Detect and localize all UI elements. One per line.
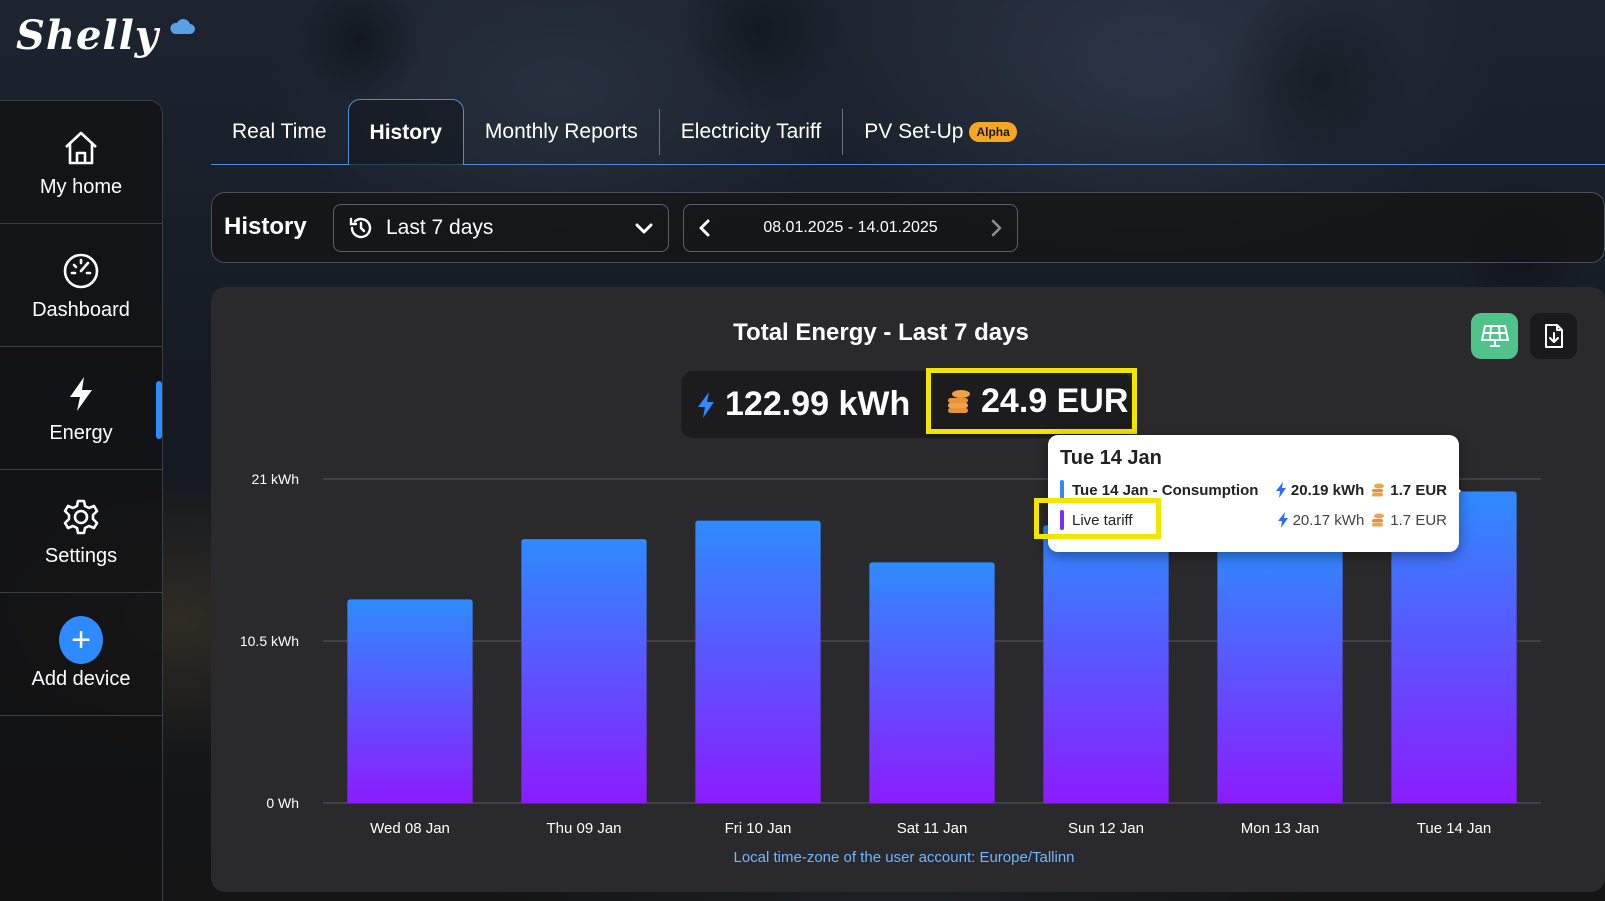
history-toolbar: History Last 7 days 08.01.2025 - 14.01.2… <box>211 192 1605 263</box>
sidebar-item-my-home[interactable]: My home <box>0 101 162 224</box>
chevron-down-icon <box>635 223 653 234</box>
x-tick-label: Sun 12 Jan <box>1068 820 1144 837</box>
energy-chart-card: Total Energy - Last 7 days 122.99 kWh 24… <box>211 287 1605 892</box>
tab-label: PV Set-Up <box>864 120 964 143</box>
sidebar-item-label: Settings <box>44 544 118 567</box>
history-title: History <box>224 213 307 240</box>
lightning-icon <box>1275 482 1286 498</box>
tab-pv-setup[interactable]: PV Set-Up Alpha <box>843 100 1038 164</box>
x-tick-label: Fri 10 Jan <box>725 820 792 837</box>
bar[interactable] <box>695 520 821 803</box>
tooltip-cost: 1.7 EUR <box>1390 511 1447 529</box>
sidebar-item-label: My home <box>39 175 123 198</box>
alpha-badge: Alpha <box>969 122 1017 142</box>
sidebar-item-label: Energy <box>49 421 113 444</box>
sidebar-item-settings[interactable]: Settings <box>0 470 162 593</box>
range-select-value: Last 7 days <box>386 216 494 239</box>
gear-icon <box>59 495 103 539</box>
coins-icon <box>1372 483 1385 497</box>
lightning-icon <box>1277 512 1288 528</box>
lightning-icon <box>59 372 103 416</box>
x-tick-label: Wed 08 Jan <box>370 820 450 837</box>
y-tick-label: 21 kWh <box>252 471 299 487</box>
series-marker <box>1060 480 1064 500</box>
bar[interactable] <box>347 599 473 803</box>
bar[interactable] <box>869 562 995 803</box>
bar[interactable] <box>521 539 647 803</box>
tooltip-energy: 20.17 kWh <box>1292 511 1365 529</box>
x-tick-label: Mon 13 Jan <box>1241 820 1319 837</box>
x-tick-label: Sat 11 Jan <box>897 820 968 837</box>
tooltip-row-label: Tue 14 Jan - Consumption <box>1072 481 1259 499</box>
x-tick-label: Tue 14 Jan <box>1417 820 1492 837</box>
tooltip-title: Tue 14 Jan <box>1060 447 1162 469</box>
date-range-navigator: 08.01.2025 - 14.01.2025 <box>683 204 1018 252</box>
plus-icon: + <box>59 615 103 664</box>
chevron-left-icon[interactable] <box>694 217 716 239</box>
date-range-text: 08.01.2025 - 14.01.2025 <box>763 219 938 236</box>
sidebar-item-energy[interactable]: Energy <box>0 347 162 470</box>
live-tariff-highlight <box>1034 498 1161 539</box>
sidebar: My home Dashboard Energy Settings + Add … <box>0 100 163 901</box>
tab-real-time[interactable]: Real Time <box>211 100 348 164</box>
coins-icon <box>1372 513 1385 527</box>
gauge-icon <box>59 249 103 293</box>
tab-electricity-tariff[interactable]: Electricity Tariff <box>660 100 842 164</box>
bar[interactable] <box>1043 525 1169 803</box>
timezone-note: Local time-zone of the user account: Eur… <box>733 849 1075 866</box>
tooltip-energy: 20.19 kWh <box>1290 481 1365 499</box>
sidebar-item-dashboard[interactable]: Dashboard <box>0 224 162 347</box>
home-icon <box>59 126 103 170</box>
shelly-logo[interactable]: Shelly <box>16 12 195 72</box>
chart-tooltip: Tue 14 Jan Tue 14 Jan - Consumption 20.1… <box>1034 435 1461 552</box>
sidebar-item-label: Add device <box>31 667 131 690</box>
history-icon <box>349 217 372 239</box>
energy-bar-chart: 0 Wh 10.5 kWh 21 kWh Wed 08 Jan Thu 09 Jan Fr… <box>240 471 1541 837</box>
chevron-right-icon[interactable] <box>985 217 1007 239</box>
range-select[interactable]: Last 7 days <box>333 204 669 252</box>
logo-text: Shelly <box>16 12 160 59</box>
sidebar-item-label: Dashboard <box>32 298 130 321</box>
y-tick-label: 0 Wh <box>266 795 299 811</box>
bar[interactable] <box>1217 540 1343 803</box>
tab-monthly-reports[interactable]: Monthly Reports <box>464 100 659 164</box>
sidebar-item-add-device[interactable]: + Add device <box>0 593 162 716</box>
x-tick-label: Thu 09 Jan <box>546 820 621 837</box>
y-tick-label: 10.5 kWh <box>240 633 299 649</box>
cloud-icon <box>170 19 195 34</box>
tab-bar: Real Time History Monthly Reports Electr… <box>211 99 1605 165</box>
tab-history[interactable]: History <box>347 99 464 165</box>
tooltip-cost: 1.7 EUR <box>1390 481 1447 499</box>
